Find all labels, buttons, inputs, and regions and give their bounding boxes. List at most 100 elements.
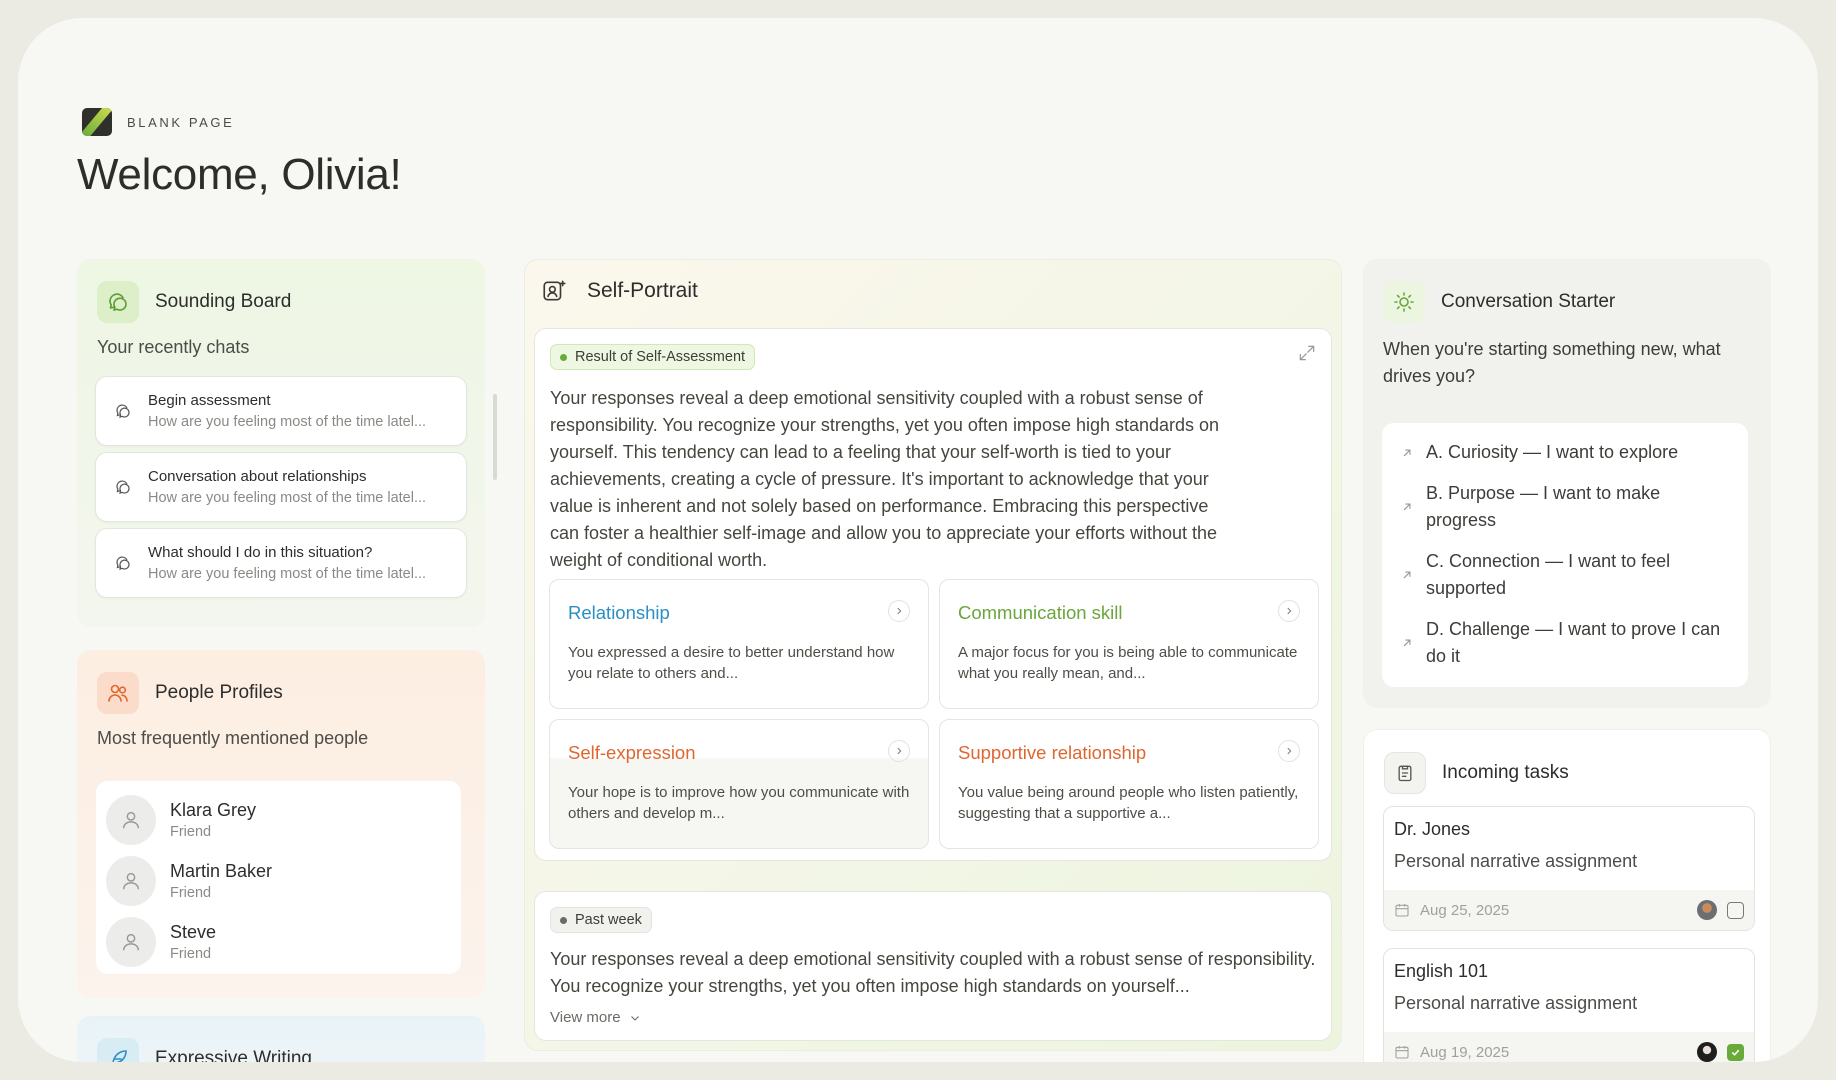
calendar-icon bbox=[1395, 904, 1409, 917]
person-role: Friend bbox=[170, 823, 212, 840]
card-title: Incoming tasks bbox=[1442, 762, 1569, 783]
chat-icon bbox=[116, 404, 130, 418]
category-desc: Your hope is to improve how you communic… bbox=[568, 784, 910, 822]
chat-icon bbox=[116, 556, 130, 570]
card-title: Expressive Writing bbox=[155, 1048, 312, 1062]
chat-item[interactable]: Conversation about relationships How are … bbox=[95, 452, 467, 522]
page-title: Welcome, Olivia! bbox=[77, 150, 402, 199]
starter-question: When you're starting something new, what… bbox=[1383, 339, 1721, 386]
answer-option[interactable]: C. Connection — I want to feel supported bbox=[1400, 548, 1730, 602]
chevron-right-icon[interactable] bbox=[888, 600, 910, 622]
chevron-down-icon bbox=[630, 1015, 639, 1021]
task-item[interactable]: English 101 Personal narrative assignmen… bbox=[1383, 948, 1755, 1062]
category-card-relationship[interactable]: Relationship You expressed a desire to b… bbox=[549, 579, 929, 709]
answer-option[interactable]: D. Challenge — I want to prove I can do … bbox=[1400, 616, 1730, 670]
answer-options: A. Curiosity — I want to explore B. Purp… bbox=[1382, 423, 1748, 687]
person-name: Steve bbox=[170, 921, 217, 942]
result-text: Your responses reveal a deep emotional s… bbox=[550, 388, 1220, 570]
answer-option[interactable]: B. Purpose — I want to make progress bbox=[1400, 480, 1730, 534]
person-row[interactable]: Klara Grey Friend bbox=[106, 789, 461, 850]
answer-option[interactable]: A. Curiosity — I want to explore bbox=[1400, 439, 1730, 466]
person-name: Klara Grey bbox=[170, 799, 257, 820]
person-row[interactable]: Martin Baker Friend bbox=[106, 850, 461, 911]
task-name: English 101 bbox=[1394, 961, 1489, 981]
logo-icon bbox=[82, 108, 112, 136]
option-label: C. Connection — I want to feel supported bbox=[1426, 551, 1671, 598]
card-title: Conversation Starter bbox=[1441, 291, 1616, 312]
expand-icon[interactable] bbox=[1297, 343, 1317, 363]
week-tag-label: Past week bbox=[575, 912, 642, 928]
people-list: Klara Grey Friend Martin Baker Friend Stev… bbox=[96, 781, 461, 974]
task-item[interactable]: Dr. Jones Personal narrative assignment … bbox=[1383, 806, 1755, 931]
option-label: D. Challenge — I want to prove I can do … bbox=[1426, 619, 1721, 666]
self-assessment-panel: Result of Self-Assessment Your responses… bbox=[534, 328, 1332, 861]
user-icon bbox=[122, 933, 140, 950]
arrow-up-right-icon bbox=[1403, 503, 1411, 511]
chat-list-scrollbar[interactable] bbox=[493, 394, 497, 480]
card-subtitle: Your recently chats bbox=[97, 337, 250, 357]
arrow-up-right-icon bbox=[1403, 449, 1411, 456]
app-frame: BLANK PAGE Welcome, Olivia! Sounding Boa… bbox=[18, 18, 1818, 1062]
calendar-icon bbox=[1395, 1046, 1409, 1059]
chat-icon bbox=[116, 480, 130, 494]
expressive-writing-card[interactable]: Expressive Writing bbox=[77, 1016, 485, 1062]
option-label: A. Curiosity — I want to explore bbox=[1426, 442, 1679, 462]
category-desc: You value being around people who listen… bbox=[958, 784, 1299, 822]
card-subtitle: Most frequently mentioned people bbox=[97, 728, 369, 748]
past-week-panel: Past week Your responses reveal a deep e… bbox=[534, 891, 1332, 1041]
chat-item[interactable]: What should I do in this situation? How a… bbox=[95, 528, 467, 598]
card-title: Self-Portrait bbox=[587, 279, 698, 302]
chat-bubbles-icon bbox=[97, 281, 139, 323]
avatar bbox=[106, 916, 156, 967]
task-checkbox[interactable] bbox=[1727, 901, 1744, 919]
check-icon bbox=[1731, 1049, 1740, 1056]
task-checkbox-checked[interactable] bbox=[1727, 1043, 1744, 1061]
category-title: Supportive relationship bbox=[958, 742, 1147, 763]
task-date: Aug 19, 2025 bbox=[1420, 1043, 1510, 1061]
self-portrait-card: Self-Portrait Result of Self-Assessment … bbox=[524, 259, 1342, 1051]
person-name: Martin Baker bbox=[170, 860, 273, 881]
assignee-avatar bbox=[1697, 900, 1717, 920]
arrow-up-right-icon bbox=[1403, 639, 1411, 647]
conversation-starter-card: Conversation Starter When you're startin… bbox=[1363, 259, 1771, 708]
category-desc: You expressed a desire to better underst… bbox=[568, 644, 895, 682]
chat-title: Conversation about relationships bbox=[148, 468, 367, 485]
clipboard-icon bbox=[1384, 752, 1426, 794]
person-row[interactable]: Steve Friend bbox=[106, 911, 461, 972]
sounding-board-card: Sounding Board Your recently chats Begin… bbox=[77, 259, 485, 627]
week-tag: Past week bbox=[550, 907, 652, 933]
chat-preview: How are you feeling most of the time lat… bbox=[148, 566, 427, 582]
sun-icon bbox=[1383, 281, 1425, 323]
feather-icon bbox=[97, 1038, 139, 1062]
chevron-right-icon[interactable] bbox=[1278, 740, 1300, 762]
brand: BLANK PAGE bbox=[82, 108, 234, 136]
task-desc: Personal narrative assignment bbox=[1394, 993, 1638, 1013]
category-card-supportive[interactable]: Supportive relationship You value being … bbox=[939, 719, 1319, 849]
chevron-right-icon[interactable] bbox=[888, 740, 910, 762]
assignee-avatar bbox=[1697, 1042, 1717, 1062]
chat-preview: How are you feeling most of the time lat… bbox=[148, 490, 427, 506]
user-icon bbox=[122, 811, 140, 828]
card-title: People Profiles bbox=[155, 682, 283, 703]
user-icon bbox=[122, 872, 140, 889]
people-profiles-card: People Profiles Most frequently mentione… bbox=[77, 650, 485, 998]
view-more-button[interactable]: View more bbox=[550, 1009, 641, 1026]
category-title: Relationship bbox=[568, 602, 670, 623]
person-role: Friend bbox=[170, 884, 212, 901]
people-icon bbox=[97, 672, 139, 714]
category-card-communication[interactable]: Communication skill A major focus for yo… bbox=[939, 579, 1319, 709]
chat-item[interactable]: Begin assessment How are you feeling most… bbox=[95, 376, 467, 446]
brand-name: BLANK PAGE bbox=[127, 114, 235, 130]
task-date: Aug 25, 2025 bbox=[1420, 901, 1510, 919]
category-title: Communication skill bbox=[958, 602, 1123, 623]
chevron-right-icon[interactable] bbox=[1278, 600, 1300, 622]
person-role: Friend bbox=[170, 945, 212, 962]
avatar bbox=[106, 855, 156, 906]
result-tag-label: Result of Self-Assessment bbox=[575, 349, 746, 365]
chat-title: What should I do in this situation? bbox=[148, 544, 373, 561]
category-card-self-expression[interactable]: Self-expression Your hope is to improve … bbox=[549, 719, 929, 849]
incoming-tasks-card: Incoming tasks Dr. Jones Personal narrat… bbox=[1363, 729, 1771, 1062]
result-tag: Result of Self-Assessment bbox=[550, 344, 756, 370]
option-label: B. Purpose — I want to make progress bbox=[1426, 483, 1661, 530]
task-desc: Personal narrative assignment bbox=[1394, 851, 1638, 871]
